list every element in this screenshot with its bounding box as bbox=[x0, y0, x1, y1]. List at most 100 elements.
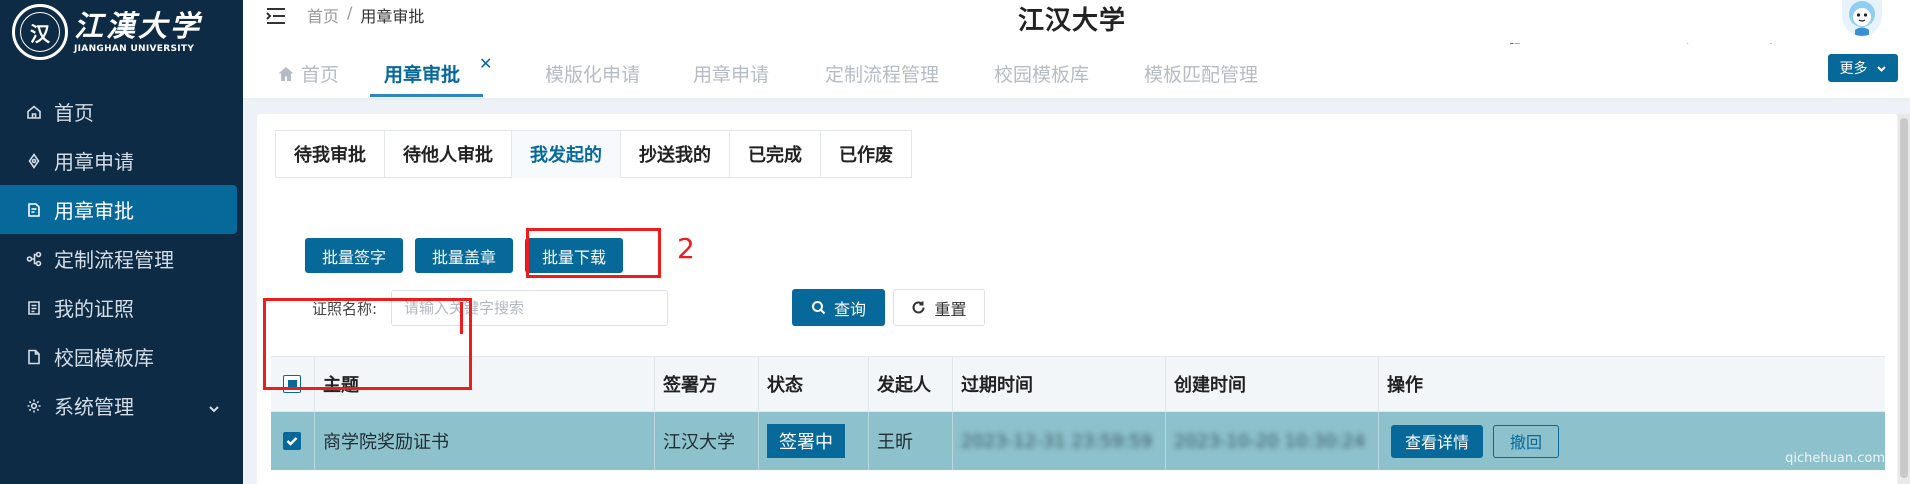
table-header-row: 主题 签署方 状态 发起人 过期时间 创建时间 操作 bbox=[271, 356, 1885, 412]
tab-flow-manage[interactable]: 定制流程管理 bbox=[825, 60, 939, 87]
chevron-down-icon[interactable] bbox=[207, 397, 221, 413]
subtab-label: 已作废 bbox=[839, 145, 893, 166]
sidebar-item-seal-approve[interactable]: 用章审批 bbox=[0, 185, 237, 234]
breadcrumb: 首页 / 用章审批 bbox=[307, 3, 424, 27]
view-detail-button[interactable]: 查看详情 bbox=[1391, 424, 1484, 458]
watermark: qichehuan.com bbox=[1785, 451, 1885, 466]
subtab-label: 待我审批 bbox=[294, 145, 366, 166]
created-time: 2023-10-20 10:30:24 bbox=[1174, 430, 1366, 452]
subtab-pending-mine[interactable]: 待我审批 bbox=[275, 130, 385, 178]
breadcrumb-home[interactable]: 首页 bbox=[307, 3, 339, 27]
row-select-cell bbox=[271, 412, 315, 470]
tab-seal-approve[interactable]: 用章审批 bbox=[384, 60, 460, 87]
subtab-voided[interactable]: 已作废 bbox=[820, 130, 912, 178]
scrollbar-thumb[interactable] bbox=[1900, 118, 1908, 478]
document-icon bbox=[26, 300, 42, 316]
cell-subject: 商学院奖励证书 bbox=[315, 412, 655, 470]
reset-label: 重置 bbox=[934, 299, 967, 319]
tab-label: 校园模板库 bbox=[994, 64, 1090, 86]
column-header-initiator: 发起人 bbox=[869, 357, 953, 411]
cell-created: 2023-10-20 10:30:24 bbox=[1166, 412, 1379, 470]
tab-home[interactable]: 首页 bbox=[277, 60, 339, 87]
tab-label: 用章审批 bbox=[384, 64, 461, 86]
tab-template-match[interactable]: 模板匹配管理 bbox=[1144, 60, 1258, 87]
tab-template-apply[interactable]: 模版化申请 bbox=[545, 60, 640, 87]
revoke-button[interactable]: 撤回 bbox=[1493, 424, 1560, 458]
document-edit-icon bbox=[26, 202, 42, 218]
subtab-completed[interactable]: 已完成 bbox=[729, 130, 821, 178]
records-table: 主题 签署方 状态 发起人 过期时间 创建时间 操作 商学院奖励证书 江汉大学 … bbox=[271, 356, 1885, 470]
university-logo: 汉 江漢大学 JIANGHAN UNIVERSITY bbox=[12, 4, 202, 60]
sidebar-item-label: 用章审批 bbox=[54, 199, 134, 223]
query-label: 查询 bbox=[833, 299, 866, 319]
active-tab-indicator bbox=[370, 94, 483, 97]
sidebar-item-seal-apply[interactable]: 用章申请 bbox=[0, 136, 243, 185]
content-panel: 待我审批 待他人审批 我发起的 抄送我的 已完成 已作废 批量签字 批量盖章 批… bbox=[257, 114, 1897, 484]
cell-actions: 查看详情 撤回 qichehuan.com bbox=[1379, 412, 1885, 470]
subtab-label: 待他人审批 bbox=[403, 145, 493, 166]
sidebar-item-label: 系统管理 bbox=[54, 395, 134, 419]
column-header-signer: 签署方 bbox=[655, 357, 759, 411]
subtab-cc[interactable]: 抄送我的 bbox=[620, 130, 730, 178]
annotation-box-selection bbox=[263, 298, 472, 390]
column-header-created: 创建时间 bbox=[1166, 357, 1379, 411]
column-header-status: 状态 bbox=[759, 357, 869, 411]
cell-expire: 2023-12-31 23:59:59 bbox=[953, 412, 1166, 470]
cell-signer: 江汉大学 bbox=[655, 412, 759, 470]
sidebar-item-label: 定制流程管理 bbox=[54, 248, 174, 272]
batch-stamp-button[interactable]: 批量盖章 bbox=[415, 238, 514, 273]
subtab-initiated[interactable]: 我发起的 bbox=[511, 130, 621, 178]
tab-template-library[interactable]: 校园模板库 bbox=[994, 60, 1089, 87]
tab-label: 首页 bbox=[301, 64, 340, 86]
search-icon bbox=[811, 301, 826, 315]
home-icon bbox=[277, 65, 295, 83]
initiator-name: 王昕 bbox=[877, 432, 913, 453]
annotation-arrow bbox=[460, 302, 463, 334]
row-checkbox[interactable] bbox=[283, 432, 301, 450]
sidebar-item-template-library[interactable]: 校园模板库 bbox=[0, 332, 243, 381]
sidebar-item-label: 用章申请 bbox=[54, 150, 134, 174]
subtab-label: 我发起的 bbox=[530, 145, 602, 166]
sidebar-menu: 首页 用章申请 用章审批 定制流程管理 我的证照 校园模板库 系统管理 bbox=[0, 87, 243, 430]
scrollbar[interactable] bbox=[1898, 114, 1910, 484]
menu-collapse-icon[interactable] bbox=[265, 6, 287, 26]
breadcrumb-separator: / bbox=[347, 3, 353, 22]
cell-initiator: 王昕 bbox=[869, 412, 953, 470]
logo-english-name: JIANGHAN UNIVERSITY bbox=[74, 44, 195, 54]
sidebar-item-flow-manage[interactable]: 定制流程管理 bbox=[0, 234, 243, 283]
main-content: 待我审批 待他人审批 我发起的 抄送我的 已完成 已作废 批量签字 批量盖章 批… bbox=[243, 100, 1910, 484]
page-tabs: 首页 用章审批 ✕ 模版化申请 用章申请 定制流程管理 校园模板库 模板匹配管理… bbox=[243, 44, 1910, 100]
batch-sign-button[interactable]: 批量签字 bbox=[305, 238, 404, 273]
sidebar-item-label: 校园模板库 bbox=[54, 346, 154, 370]
top-header: 首页 / 用章审批 江汉大学 丁 肥 (i bbox=[243, 0, 1910, 56]
subtab-label: 已完成 bbox=[748, 145, 802, 166]
tab-label: 定制流程管理 bbox=[825, 64, 940, 86]
sidebar-item-system-manage[interactable]: 系统管理 bbox=[0, 381, 243, 430]
breadcrumb-current: 用章审批 bbox=[360, 7, 425, 26]
status-tabs: 待我审批 待他人审批 我发起的 抄送我的 已完成 已作废 bbox=[275, 130, 912, 178]
query-button[interactable]: 查询 bbox=[792, 289, 885, 326]
logo-text: 江漢大学 JIANGHAN UNIVERSITY bbox=[74, 9, 202, 55]
tab-seal-apply[interactable]: 用章申请 bbox=[693, 60, 769, 87]
subtab-pending-others[interactable]: 待他人审批 bbox=[384, 130, 512, 178]
chevron-down-icon bbox=[1876, 65, 1886, 72]
seal-glyph: 汉 bbox=[30, 21, 50, 46]
check-icon bbox=[286, 437, 298, 446]
sidebar: 汉 江漢大学 JIANGHAN UNIVERSITY 首页 用章申请 用章审批 bbox=[0, 0, 243, 484]
gear-icon bbox=[26, 398, 42, 414]
cell-status: 签署中 bbox=[759, 412, 869, 470]
sidebar-item-home[interactable]: 首页 bbox=[0, 87, 243, 136]
close-icon[interactable]: ✕ bbox=[479, 54, 492, 73]
annotation-number: 2 bbox=[677, 232, 695, 265]
sidebar-item-label: 我的证照 bbox=[54, 297, 134, 321]
more-tabs-button[interactable]: 更多 bbox=[1828, 54, 1898, 82]
table-row[interactable]: 商学院奖励证书 江汉大学 签署中 王昕 2023-12-31 23:59:59 … bbox=[271, 412, 1885, 470]
status-badge: 签署中 bbox=[767, 424, 845, 458]
annotation-box-download bbox=[526, 228, 661, 278]
sidebar-item-my-certificates[interactable]: 我的证照 bbox=[0, 283, 243, 332]
expire-time: 2023-12-31 23:59:59 bbox=[961, 430, 1153, 452]
column-header-expire: 过期时间 bbox=[953, 357, 1166, 411]
sidebar-item-label: 首页 bbox=[54, 101, 94, 125]
avatar[interactable] bbox=[1842, 0, 1882, 36]
reset-button[interactable]: 重置 bbox=[893, 289, 985, 326]
